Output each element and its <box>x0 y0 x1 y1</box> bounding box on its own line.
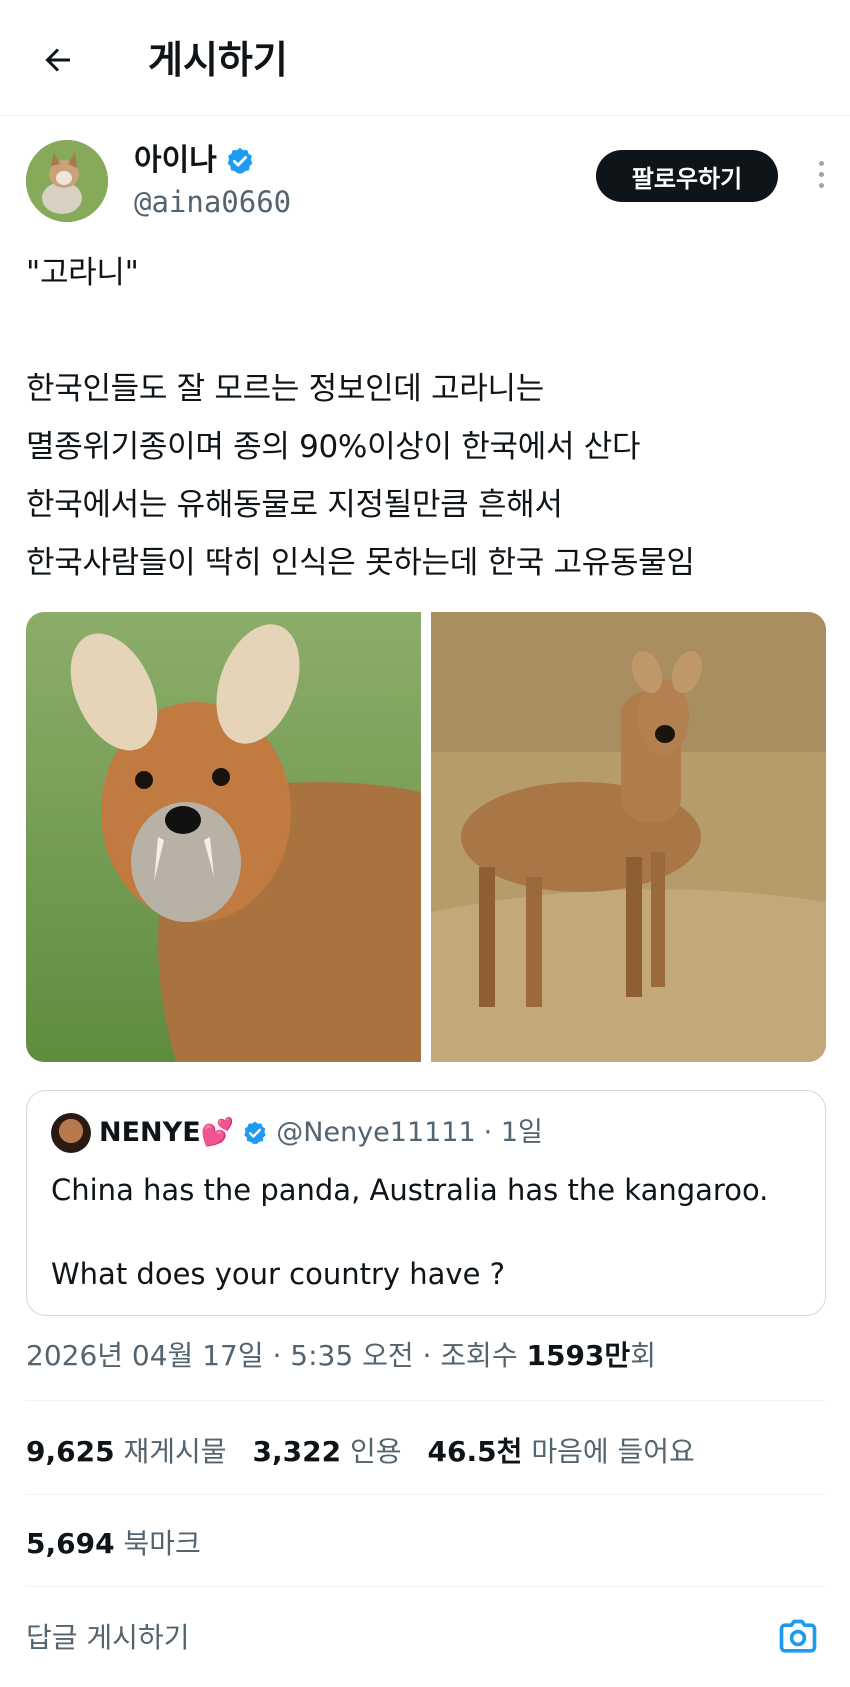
avatar[interactable] <box>26 140 108 222</box>
verified-badge-icon <box>227 147 253 174</box>
author-handle[interactable]: @aina0660 <box>134 184 291 220</box>
camera-button[interactable] <box>776 1616 820 1660</box>
post-timestamp: 2026년 04월 17일 · 5:35 오전 · 조회수 1593만회 <box>26 1336 656 1376</box>
page-title: 게시하기 <box>148 38 288 82</box>
quoted-post-time: · 1일 <box>483 1117 543 1148</box>
more-vertical-icon[interactable] <box>806 154 836 194</box>
author-name[interactable]: 아이나 <box>134 142 217 180</box>
water-deer-closeup-photo[interactable] <box>26 612 421 1062</box>
reply-input[interactable]: 답글 게시하기 <box>26 1618 189 1658</box>
author-name-row[interactable]: 아이나 <box>134 142 255 180</box>
water-deer-field-photo[interactable] <box>431 612 826 1062</box>
view-count-suffix: 회 <box>630 1339 656 1372</box>
quoted-author-name: NENYE💕 <box>99 1117 235 1148</box>
quoted-post[interactable]: NENYE💕 @Nenye11111 · 1일 China has the pa… <box>26 1090 826 1316</box>
bookmarks-stat[interactable]: 5,694 북마크 <box>26 1524 201 1564</box>
likes-stat[interactable]: 46.5천 마음에 들어요 <box>428 1432 695 1472</box>
quoted-post-header: NENYE💕 @Nenye11111 · 1일 <box>51 1113 543 1153</box>
camera-icon <box>779 1619 817 1653</box>
back-button[interactable] <box>36 38 80 82</box>
quotes-stat[interactable]: 3,322 인용 <box>253 1432 402 1472</box>
quoted-author-handle: @Nenye11111 <box>276 1117 476 1148</box>
post-media[interactable] <box>26 612 826 1062</box>
top-bar: 게시하기 <box>0 0 850 116</box>
divider <box>26 1586 826 1587</box>
quoted-avatar <box>51 1113 91 1153</box>
quoted-post-text: China has the panda, Australia has the k… <box>51 1173 769 1291</box>
engagement-stats: 9,625 재게시물 3,322 인용 46.5천 마음에 들어요 <box>26 1432 695 1472</box>
post-author: 아이나 @aina0660 팔로우하기 <box>26 140 826 230</box>
verified-badge-icon <box>244 1121 266 1144</box>
divider <box>26 1494 826 1495</box>
view-count: 1593만 <box>526 1339 631 1372</box>
divider <box>26 1400 826 1401</box>
reposts-stat[interactable]: 9,625 재게시물 <box>26 1432 227 1472</box>
post-text: "고라니" 한국인들도 잘 모르는 정보인데 고라니는 멸종위기종이며 종의 9… <box>26 255 695 581</box>
follow-button[interactable]: 팔로우하기 <box>596 150 778 202</box>
reply-bar: 답글 게시하기 <box>26 1610 826 1666</box>
timestamp-text: 2026년 04월 17일 · 5:35 오전 · 조회수 <box>26 1339 527 1372</box>
arrow-left-icon <box>45 48 70 72</box>
